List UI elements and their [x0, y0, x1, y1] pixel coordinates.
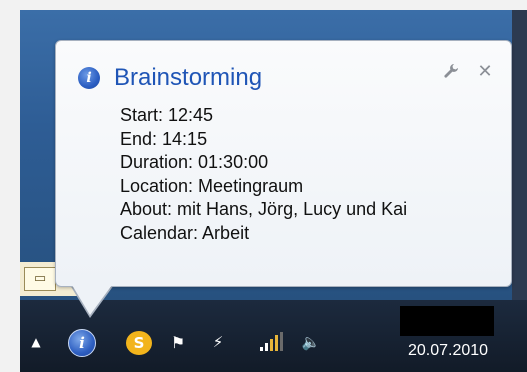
clock-date[interactable]: 20.07.2010: [388, 342, 508, 366]
desktop-edge: [512, 10, 527, 300]
info-icon[interactable]: i: [68, 329, 96, 357]
balloon-tail: [72, 285, 112, 315]
network-signal-icon[interactable]: [258, 331, 286, 353]
detail-end: End: 14:15: [120, 128, 208, 149]
clock-time-redacted: [400, 306, 494, 336]
close-icon[interactable]: ✕: [474, 60, 496, 82]
volume-icon[interactable]: 🔈: [298, 330, 324, 354]
detail-duration: Duration: 01:30:00: [120, 152, 269, 173]
notification-title: Brainstorming: [114, 64, 263, 91]
info-icon: i: [78, 67, 100, 89]
power-icon[interactable]: ⚡: [206, 330, 230, 354]
action-center-flag-icon[interactable]: ⚑: [166, 330, 190, 354]
wrench-icon[interactable]: [440, 60, 462, 82]
notification-details: Start: 12:45 End: 14:15 Duration: 01:30:…: [120, 104, 407, 246]
detail-about: About: mit Hans, Jörg, Lucy und Kai: [120, 199, 408, 220]
book-icon: ▭: [24, 267, 56, 291]
detail-calendar: Calendar: Arbeit: [120, 222, 250, 243]
notification-header: i Brainstorming: [78, 64, 262, 92]
detail-start: Start: 12:45: [120, 105, 214, 125]
show-hidden-icons-arrow[interactable]: ▲: [24, 330, 48, 354]
detail-location: Location: Meetingraum: [120, 175, 304, 196]
skype-icon[interactable]: S: [126, 331, 152, 355]
